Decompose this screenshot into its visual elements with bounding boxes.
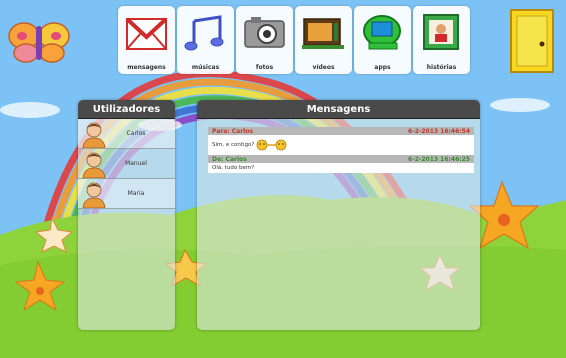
user-item[interactable]: Manuel [78,149,175,179]
app-label: histórias [426,64,457,71]
user-item[interactable]: Carlos [78,119,175,149]
message-body: Sim, e contigo? [208,135,474,155]
message-body: Olá, tudo bem? [208,163,474,173]
users-panel: Utilizadores Carlos Manuel Maria [78,100,175,330]
messages-panel-title: Mensagens [197,100,480,119]
user-list: Carlos Manuel Maria [78,119,175,209]
app-label: fotos [255,64,274,71]
avatar-icon [82,182,106,208]
storybook-icon [423,14,459,50]
app-musicas[interactable]: músicas [177,6,234,74]
message-timestamp: 6-2-2013 16:46:25 [408,155,470,163]
user-item[interactable]: Maria [78,179,175,209]
message-header: De: Carlos 6-2-2013 16:46:25 [208,155,474,163]
app-label: vídeos [312,64,335,71]
butterfly-drawing [8,22,70,63]
message-text: Sim, e contigo? [212,142,255,148]
app-label: músicas [191,64,220,71]
app-bar: mensagens músicas fotos vídeos apps hist… [118,6,470,74]
user-name: Carlos [126,130,146,137]
message-recipient: Para: Carlos [212,127,253,135]
message-text: Olá, tudo bem? [212,165,255,171]
app-historias[interactable]: histórias [413,6,470,74]
camera-icon [244,17,285,48]
message-item: De: Carlos 6-2-2013 16:46:25 Olá, tudo b… [208,155,474,173]
video-tv-icon [302,18,344,49]
message-header: Para: Carlos 6-2-2013 16:46:54 [208,127,474,135]
message-item: Para: Carlos 6-2-2013 16:46:54 Sim, e co… [208,127,474,155]
user-name: Manuel [125,160,147,167]
app-videos[interactable]: vídeos [295,6,352,74]
app-mensagens[interactable]: mensagens [118,6,175,74]
user-name: Maria [127,190,145,197]
app-fotos[interactable]: fotos [236,6,293,74]
app-label: apps [374,64,391,71]
avatar-icon [82,152,106,178]
smiley-emoticon-icon [256,139,287,151]
exit-door-icon[interactable] [509,8,555,74]
music-note-icon [184,15,224,51]
message-sender: De: Carlos [212,155,247,163]
mail-icon [125,17,168,50]
users-panel-title: Utilizadores [78,100,175,119]
messages-panel: Mensagens Para: Carlos 6-2-2013 16:46:54… [197,100,480,330]
app-label: mensagens [127,64,166,71]
apps-computer-icon [363,15,401,50]
app-apps[interactable]: apps [354,6,411,74]
message-timestamp: 6-2-2013 16:46:54 [408,127,470,135]
avatar-icon [82,122,106,148]
